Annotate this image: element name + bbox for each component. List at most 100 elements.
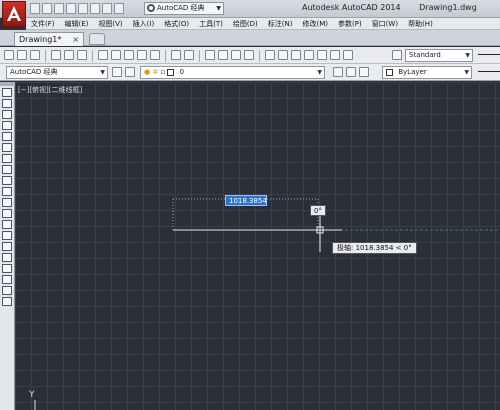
polyline-icon[interactable] <box>2 110 12 119</box>
undo-icon[interactable] <box>171 50 181 60</box>
title-bar: AutoCAD 经典 ▼ Autodesk AutoCAD 2014 Drawi… <box>0 0 500 27</box>
layer-select[interactable]: ● ✲ ▫ 0 ▼ <box>140 66 325 79</box>
toolbar-grip[interactable] <box>0 82 15 86</box>
dynamic-input-field[interactable]: 1018.3854 <box>225 195 267 206</box>
color-select[interactable]: ByLayer ▼ <box>382 66 472 79</box>
menu-dimension[interactable]: 标注(N) <box>263 18 298 29</box>
menu-draw[interactable]: 绘图(D) <box>228 18 263 29</box>
make-block-icon[interactable] <box>2 220 12 229</box>
construction-line-icon[interactable] <box>2 99 12 108</box>
menu-file[interactable]: 文件(F) <box>26 18 60 29</box>
revision-cloud-icon[interactable] <box>2 165 12 174</box>
multiline-text-icon[interactable] <box>2 286 12 295</box>
color-value: ByLayer <box>398 68 427 76</box>
new-file-icon[interactable] <box>30 3 40 14</box>
paste-icon[interactable] <box>124 50 134 60</box>
standard-toolbar-icons <box>4 50 353 62</box>
plot-icon[interactable] <box>51 50 61 60</box>
menu-edit[interactable]: 编辑(E) <box>60 18 94 29</box>
menu-tools[interactable]: 工具(T) <box>194 18 228 29</box>
draw-toolbar <box>0 82 15 410</box>
publish-icon[interactable] <box>77 50 87 60</box>
markup-icon[interactable] <box>317 50 327 60</box>
color-swatch <box>386 68 393 76</box>
tool-palettes-icon[interactable] <box>291 50 301 60</box>
point-icon[interactable] <box>2 231 12 240</box>
make-current-layer-icon[interactable] <box>333 67 343 77</box>
print-icon[interactable] <box>78 3 88 14</box>
lock-icon: ▫ <box>160 68 166 76</box>
tab-drawing1[interactable]: Drawing1* × <box>14 32 84 46</box>
workspace-select-value: AutoCAD 经典 <box>157 4 205 12</box>
sheet-set-icon[interactable] <box>304 50 314 60</box>
match-properties-icon[interactable] <box>137 50 147 60</box>
standard-toolbar: Standard ▼ <box>0 47 500 64</box>
pan-icon[interactable] <box>205 50 215 60</box>
add-selected-icon[interactable] <box>2 297 12 306</box>
copy-icon[interactable] <box>111 50 121 60</box>
table-icon[interactable] <box>2 275 12 284</box>
workspace-settings-icon[interactable] <box>112 67 122 77</box>
layer-previous-icon[interactable] <box>346 67 356 77</box>
redo-icon[interactable] <box>102 3 112 14</box>
block-editor-icon[interactable] <box>150 50 160 60</box>
save-as-icon[interactable] <box>66 3 76 14</box>
design-center-icon[interactable] <box>278 50 288 60</box>
properties-icon[interactable] <box>265 50 275 60</box>
workspace-select[interactable]: AutoCAD 经典 ▼ <box>144 2 224 15</box>
zoom-window-icon[interactable] <box>231 50 241 60</box>
layer-state-icon[interactable] <box>359 67 369 77</box>
menu-modify[interactable]: 修改(M) <box>297 18 333 29</box>
document-tab-bar: Drawing1* × <box>0 30 500 46</box>
plot-preview-icon[interactable] <box>64 50 74 60</box>
gradient-icon[interactable] <box>2 253 12 262</box>
menu-insert[interactable]: 插入(I) <box>128 18 160 29</box>
polygon-icon[interactable] <box>2 121 12 130</box>
autocad-logo-icon[interactable] <box>2 1 26 27</box>
drawing-canvas[interactable]: [−][俯视][二维线框] 1018.3854 0° 极轴: 1018.3854… <box>15 82 500 410</box>
open-file-icon[interactable] <box>42 3 52 14</box>
menu-parametric[interactable]: 参数(P) <box>333 18 367 29</box>
region-icon[interactable] <box>2 264 12 273</box>
save-icon[interactable] <box>54 3 64 14</box>
redo-icon[interactable] <box>184 50 194 60</box>
line-tool-icon[interactable] <box>2 88 12 97</box>
ellipse-icon[interactable] <box>2 187 12 196</box>
qat-dropdown-icon[interactable] <box>114 3 124 14</box>
gear-icon <box>147 4 155 12</box>
ucs-y-label: Y <box>29 390 35 400</box>
arc-icon[interactable] <box>2 143 12 152</box>
menu-help[interactable]: 帮助(H) <box>403 18 438 29</box>
new-tab-button[interactable] <box>89 33 105 45</box>
open-icon[interactable] <box>17 50 27 60</box>
save-icon[interactable] <box>30 50 40 60</box>
layer-color-swatch <box>167 68 175 76</box>
close-icon[interactable]: × <box>72 33 79 46</box>
workspace-toolbar-select[interactable]: AutoCAD 经典 ▼ <box>6 66 108 79</box>
lightbulb-icon: ● <box>144 68 151 76</box>
menu-view[interactable]: 视图(V) <box>93 18 127 29</box>
app-name: Autodesk AutoCAD 2014 <box>302 3 401 12</box>
circle-icon[interactable] <box>2 154 12 163</box>
ellipse-arc-icon[interactable] <box>2 198 12 207</box>
window-title: Autodesk AutoCAD 2014 Drawing1.dwg <box>302 3 477 12</box>
calculator-icon[interactable] <box>330 50 340 60</box>
spline-icon[interactable] <box>2 176 12 185</box>
document-name: Drawing1.dwg <box>419 3 477 12</box>
menu-window[interactable]: 窗口(W) <box>367 18 403 29</box>
rectangle-icon[interactable] <box>2 132 12 141</box>
undo-icon[interactable] <box>90 3 100 14</box>
toolbar-divider <box>199 50 200 62</box>
insert-block-icon[interactable] <box>2 209 12 218</box>
zoom-previous-icon[interactable] <box>244 50 254 60</box>
hatch-icon[interactable] <box>2 242 12 251</box>
zoom-realtime-icon[interactable] <box>218 50 228 60</box>
help-icon[interactable] <box>343 50 353 60</box>
new-icon[interactable] <box>4 50 14 60</box>
layer-extra-tools <box>333 67 369 77</box>
cut-icon[interactable] <box>98 50 108 60</box>
menu-format[interactable]: 格式(O) <box>159 18 194 29</box>
layer-properties-icon[interactable] <box>125 67 135 77</box>
toolbar-divider <box>165 50 166 62</box>
text-style-select[interactable]: Standard ▼ <box>405 49 473 62</box>
